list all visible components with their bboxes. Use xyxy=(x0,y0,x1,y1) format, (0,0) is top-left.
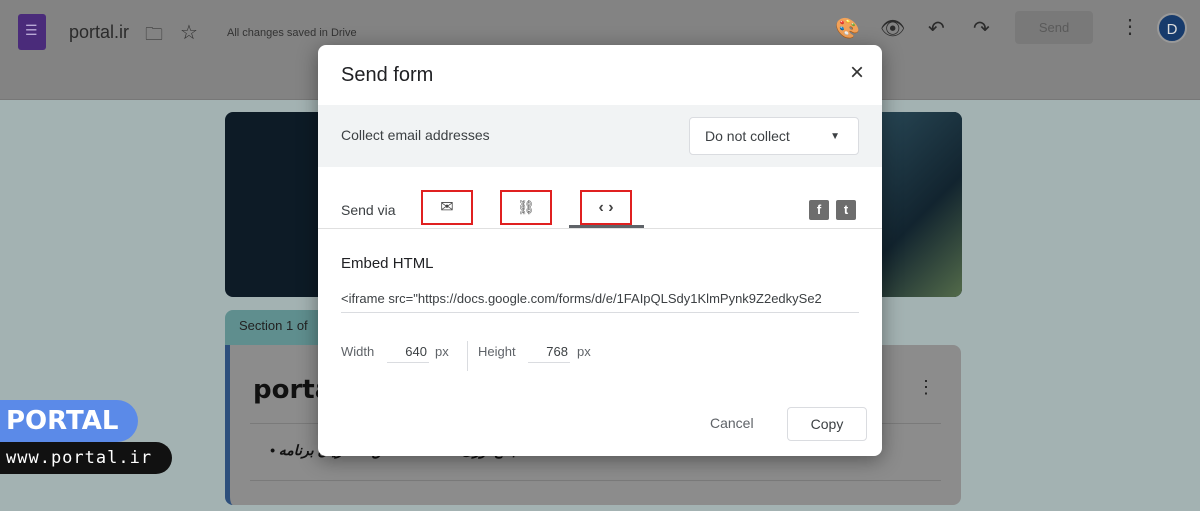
collect-email-label: Collect email addresses xyxy=(341,127,490,143)
embed-icon: ‹ › xyxy=(598,199,614,216)
watermark-brand: PORTAL xyxy=(0,400,138,442)
watermark-url: www.portal.ir xyxy=(0,442,172,474)
tab-email[interactable]: ✉ xyxy=(421,190,473,225)
email-icon: ✉ xyxy=(440,199,454,216)
embed-code-field[interactable]: <iframe src="https://docs.google.com/for… xyxy=(341,291,859,313)
facebook-icon[interactable]: f xyxy=(809,200,829,220)
tab-link[interactable]: ⛓ xyxy=(500,190,552,225)
width-unit: px xyxy=(435,344,449,359)
height-unit: px xyxy=(577,344,591,359)
collect-email-value: Do not collect xyxy=(705,128,790,144)
height-input[interactable]: 768 xyxy=(528,343,570,363)
collect-email-row: Collect email addresses Do not collect ▼ xyxy=(318,105,882,167)
dropdown-caret-icon: ▼ xyxy=(830,131,840,142)
send-via-label: Send via xyxy=(341,202,396,218)
close-icon[interactable]: × xyxy=(850,59,864,87)
cancel-button[interactable]: Cancel xyxy=(710,415,754,431)
width-input[interactable]: 640 xyxy=(387,343,429,363)
copy-button[interactable]: Copy xyxy=(787,407,867,441)
dialog-title: Send form xyxy=(341,64,434,86)
divider xyxy=(318,228,882,229)
embed-html-title: Embed HTML xyxy=(341,255,434,272)
send-form-dialog: Send form × Collect email addresses Do n… xyxy=(318,45,882,456)
link-icon: ⛓ xyxy=(517,199,535,215)
twitter-icon[interactable]: t xyxy=(836,200,856,220)
height-label: Height xyxy=(478,344,516,359)
width-label: Width xyxy=(341,344,375,359)
divider xyxy=(467,341,468,371)
tab-embed[interactable]: ‹ › xyxy=(580,190,632,225)
collect-email-select[interactable]: Do not collect ▼ xyxy=(689,117,859,155)
